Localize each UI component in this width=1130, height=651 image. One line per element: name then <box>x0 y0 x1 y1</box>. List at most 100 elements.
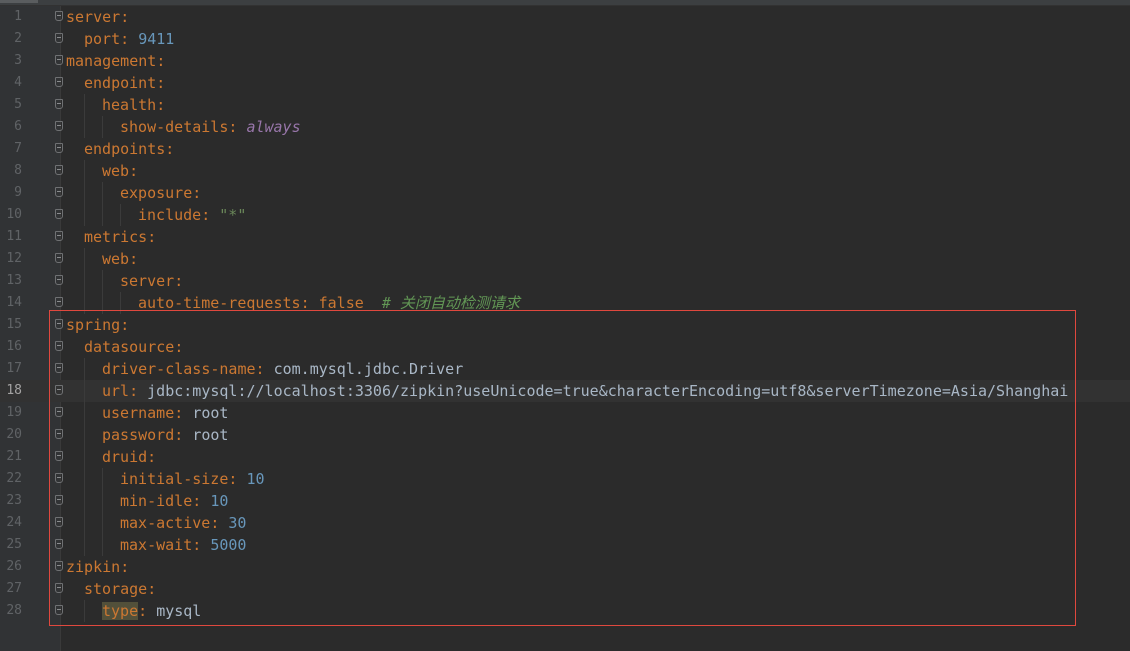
code-line[interactable]: 24 max-active: 30 <box>0 512 1130 534</box>
code-content: health: <box>66 94 165 116</box>
yaml-key: max-active <box>120 514 211 532</box>
fold-marker-icon[interactable] <box>55 55 63 65</box>
code-line[interactable]: 19 username: root <box>0 402 1130 424</box>
yaml-value: 30 <box>228 514 247 532</box>
fold-marker-icon[interactable] <box>55 363 63 373</box>
fold-marker-icon[interactable] <box>55 11 63 21</box>
code-line[interactable]: 7 endpoints: <box>0 138 1130 160</box>
fold-marker-icon[interactable] <box>55 539 63 549</box>
yaml-key: exposure <box>120 184 193 202</box>
indent-guide <box>102 204 120 226</box>
yaml-value: always <box>246 118 301 136</box>
indent-guide <box>66 270 84 292</box>
code-line[interactable]: 8 web: <box>0 160 1130 182</box>
yaml-separator: : <box>192 184 202 202</box>
fold-marker-icon[interactable] <box>55 231 63 241</box>
code-line[interactable]: 26 zipkin: <box>0 556 1130 578</box>
yaml-separator: : <box>129 250 139 268</box>
code-line[interactable]: 3 management: <box>0 50 1130 72</box>
code-line[interactable]: 14 auto-time-requests: false # 关闭自动检测请求 <box>0 292 1130 314</box>
fold-marker-icon[interactable] <box>55 77 63 87</box>
indent-guide <box>84 116 102 138</box>
code-line[interactable]: 21 druid: <box>0 446 1130 468</box>
fold-marker-icon[interactable] <box>55 187 63 197</box>
indent-guide <box>84 468 102 490</box>
fold-marker-icon[interactable] <box>55 121 63 131</box>
fold-marker-icon[interactable] <box>55 605 63 615</box>
code-editor[interactable]: 1 server: 2 port: 9411 3 management: 4 endpoint… <box>0 6 1130 622</box>
code-line[interactable]: 12 web: <box>0 248 1130 270</box>
fold-marker-icon[interactable] <box>55 517 63 527</box>
code-line[interactable]: 11 metrics: <box>0 226 1130 248</box>
code-line[interactable]: 2 port: 9411 <box>0 28 1130 50</box>
fold-marker-icon[interactable] <box>55 495 63 505</box>
indent-guide <box>102 292 120 314</box>
indent-guide <box>66 28 84 50</box>
indent-guide <box>84 160 102 182</box>
fold-marker-icon[interactable] <box>55 451 63 461</box>
fold-marker-icon[interactable] <box>55 253 63 263</box>
fold-marker-icon[interactable] <box>55 583 63 593</box>
yaml-key: driver-class-name <box>102 360 256 378</box>
code-line[interactable]: 15 spring: <box>0 314 1130 336</box>
fold-marker-icon[interactable] <box>55 561 63 571</box>
code-content: metrics: <box>66 226 156 248</box>
code-content: storage: <box>66 578 156 600</box>
indent-guide <box>66 490 84 512</box>
code-line[interactable]: 1 server: <box>0 6 1130 28</box>
yaml-key: auto-time-requests <box>138 294 301 312</box>
code-line[interactable]: 16 datasource: <box>0 336 1130 358</box>
indent-guide <box>66 138 84 160</box>
code-line[interactable]: 28 type: mysql <box>0 600 1130 622</box>
code-line[interactable]: 18 url: jdbc:mysql://localhost:3306/zipki… <box>0 380 1130 402</box>
yaml-separator: : <box>120 316 130 334</box>
fold-marker-icon[interactable] <box>55 407 63 417</box>
yaml-separator: : <box>255 360 274 378</box>
fold-marker-icon[interactable] <box>55 473 63 483</box>
line-number: 15 <box>6 317 22 332</box>
fold-marker-icon[interactable] <box>55 297 63 307</box>
code-line[interactable]: 10 include: "*" <box>0 204 1130 226</box>
fold-marker-icon[interactable] <box>55 165 63 175</box>
fold-marker-icon[interactable] <box>55 143 63 153</box>
yaml-separator: : <box>156 52 166 70</box>
code-line[interactable]: 17 driver-class-name: com.mysql.jdbc.Driv… <box>0 358 1130 380</box>
yaml-value: 10 <box>246 470 265 488</box>
code-line[interactable]: 13 server: <box>0 270 1130 292</box>
yaml-separator: : <box>138 602 157 620</box>
fold-marker-icon[interactable] <box>55 209 63 219</box>
code-line[interactable]: 20 password: root <box>0 424 1130 446</box>
yaml-key: druid <box>102 448 148 466</box>
fold-marker-icon[interactable] <box>55 319 63 329</box>
line-number: 23 <box>6 493 22 508</box>
fold-marker-icon[interactable] <box>55 33 63 43</box>
indent-guide <box>84 534 102 556</box>
code-line[interactable]: 9 exposure: <box>0 182 1130 204</box>
line-number: 10 <box>6 207 22 222</box>
code-line[interactable]: 6 show-details: always <box>0 116 1130 138</box>
indent-guide <box>84 424 102 446</box>
code-line[interactable]: 4 endpoint: <box>0 72 1130 94</box>
code-line[interactable]: 25 max-wait: 5000 <box>0 534 1130 556</box>
code-line[interactable]: 22 initial-size: 10 <box>0 468 1130 490</box>
code-line[interactable]: 23 min-idle: 10 <box>0 490 1130 512</box>
fold-marker-icon[interactable] <box>55 385 63 395</box>
code-content: exposure: <box>66 182 201 204</box>
indent-guide <box>84 182 102 204</box>
editor-tab[interactable] <box>0 0 38 3</box>
fold-marker-icon[interactable] <box>55 341 63 351</box>
indent-guide <box>102 116 120 138</box>
code-content: server: <box>66 270 183 292</box>
indent-guide <box>84 600 102 622</box>
code-line[interactable]: 5 health: <box>0 94 1130 116</box>
indent-guide <box>84 512 102 534</box>
indent-guide <box>84 490 102 512</box>
yaml-value: jdbc:mysql://localhost:3306/zipkin?useUn… <box>147 382 1069 400</box>
fold-marker-icon[interactable] <box>55 275 63 285</box>
fold-marker-icon[interactable] <box>55 429 63 439</box>
code-line[interactable]: 27 storage: <box>0 578 1130 600</box>
code-content: endpoints: <box>66 138 174 160</box>
yaml-key: datasource <box>84 338 175 356</box>
fold-marker-icon[interactable] <box>55 99 63 109</box>
yaml-key: storage <box>84 580 148 598</box>
